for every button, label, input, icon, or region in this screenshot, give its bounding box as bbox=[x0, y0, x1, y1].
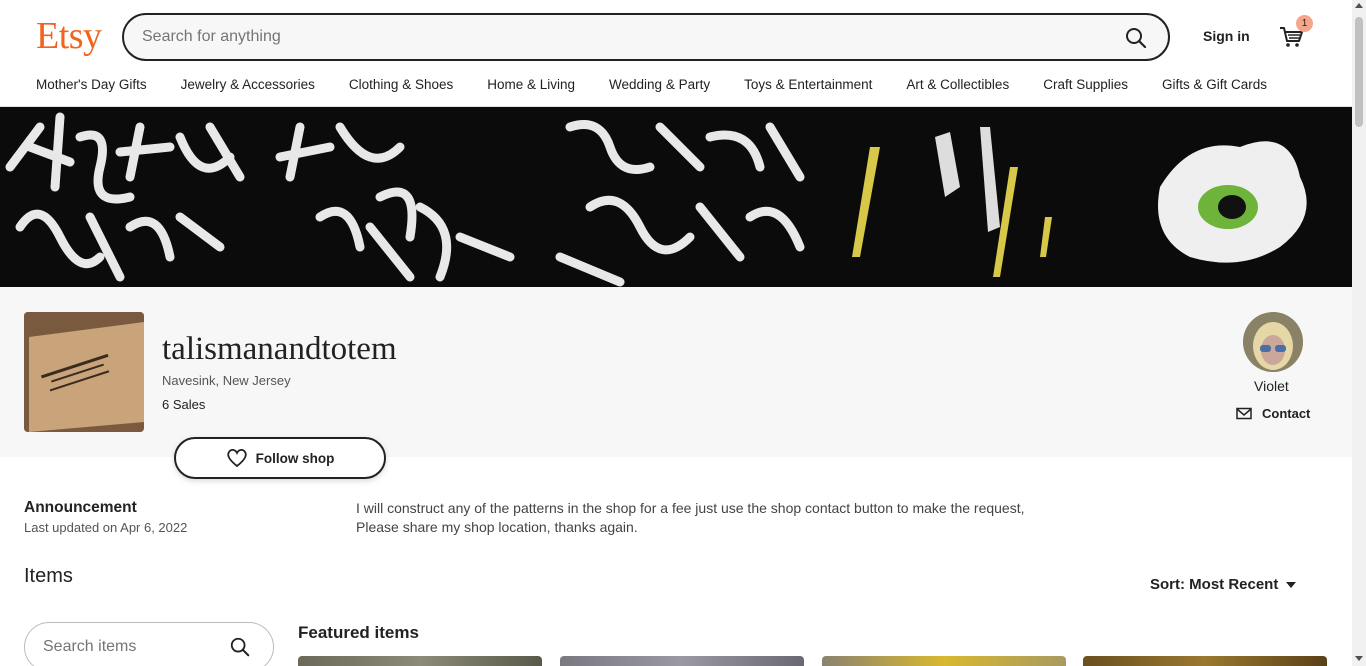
shop-sales-count[interactable]: 6 Sales bbox=[162, 397, 205, 412]
contact-button[interactable]: Contact bbox=[1236, 406, 1310, 421]
nav-item-art[interactable]: Art & Collectibles bbox=[906, 77, 1009, 92]
nav-item-gifts[interactable]: Gifts & Gift Cards bbox=[1162, 77, 1267, 92]
featured-item-image[interactable] bbox=[822, 656, 1066, 666]
announcement-title: Announcement bbox=[24, 499, 137, 516]
search-input[interactable] bbox=[142, 25, 1102, 49]
featured-item-image[interactable] bbox=[1083, 656, 1327, 666]
nav-item-jewelry[interactable]: Jewelry & Accessories bbox=[181, 77, 315, 92]
nav-item-home[interactable]: Home & Living bbox=[487, 77, 575, 92]
nav-item-craft[interactable]: Craft Supplies bbox=[1043, 77, 1128, 92]
announcement-date: Last updated on Apr 6, 2022 bbox=[24, 520, 188, 535]
search-bar[interactable] bbox=[122, 13, 1170, 61]
follow-shop-button[interactable]: Follow shop bbox=[174, 437, 386, 479]
caret-down-icon bbox=[1286, 581, 1297, 588]
shop-name: talismanandtotem bbox=[162, 331, 397, 367]
scrollbar-thumb[interactable] bbox=[1355, 17, 1363, 127]
nav-item-toys[interactable]: Toys & Entertainment bbox=[744, 77, 872, 92]
shop-info-section: talismanandtotem Navesink, New Jersey 6 … bbox=[0, 287, 1352, 457]
sort-dropdown[interactable]: Sort: Most Recent bbox=[1150, 576, 1297, 593]
follow-shop-label: Follow shop bbox=[255, 450, 335, 466]
mail-icon bbox=[1236, 407, 1252, 419]
search-icon[interactable] bbox=[1124, 26, 1148, 50]
nav-item-mothers-day[interactable]: Mother's Day Gifts bbox=[36, 77, 147, 92]
owner-name[interactable]: Violet bbox=[1254, 378, 1289, 394]
owner-avatar[interactable] bbox=[1243, 312, 1303, 372]
announcement-line-2: Please share my shop location, thanks ag… bbox=[356, 519, 638, 535]
sort-label: Sort: Most Recent bbox=[1150, 576, 1279, 593]
shop-logo[interactable] bbox=[24, 312, 144, 432]
items-search-bar[interactable] bbox=[24, 622, 274, 666]
heart-icon bbox=[226, 448, 247, 468]
nav-item-clothing[interactable]: Clothing & Shoes bbox=[349, 77, 453, 92]
cart-count-badge: 1 bbox=[1296, 15, 1313, 32]
items-search-input[interactable] bbox=[43, 637, 223, 657]
search-icon[interactable] bbox=[229, 636, 251, 658]
site-header: Etsy Sign in 1 Mother's Day Gifts Jewelr… bbox=[0, 0, 1352, 107]
featured-item-image[interactable] bbox=[560, 656, 804, 666]
shop-banner-image bbox=[0, 107, 1352, 287]
featured-items-heading: Featured items bbox=[298, 623, 419, 642]
featured-item-image[interactable] bbox=[298, 656, 542, 666]
announcement-text: I will construct any of the patterns in … bbox=[356, 499, 1116, 537]
contact-label: Contact bbox=[1262, 406, 1311, 421]
scroll-up-arrow[interactable] bbox=[1355, 3, 1363, 8]
page-scrollbar[interactable] bbox=[1352, 0, 1366, 666]
announcement-line-1: I will construct any of the patterns in … bbox=[356, 500, 1025, 516]
items-heading: Items bbox=[24, 565, 73, 587]
shop-location: Navesink, New Jersey bbox=[162, 373, 291, 388]
nav-item-wedding[interactable]: Wedding & Party bbox=[609, 77, 710, 92]
scroll-down-arrow[interactable] bbox=[1355, 656, 1363, 661]
etsy-logo[interactable]: Etsy bbox=[36, 14, 102, 58]
category-nav: Mother's Day Gifts Jewelry & Accessories… bbox=[36, 77, 1267, 92]
sign-in-link[interactable]: Sign in bbox=[1203, 28, 1250, 44]
